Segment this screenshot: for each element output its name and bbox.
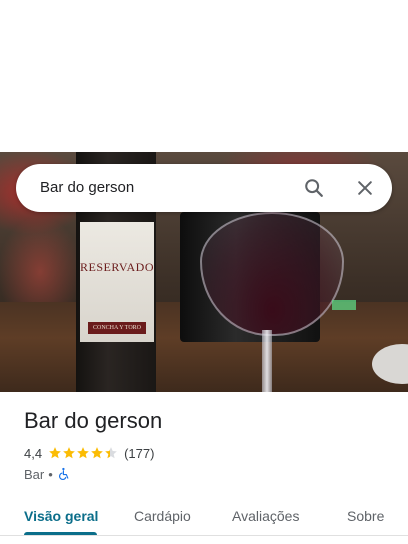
rating-value: 4,4 [24, 445, 43, 461]
bottle-label: RESERVADO CONCHA Y TORO [80, 222, 154, 342]
star-icon [63, 447, 75, 459]
tab-overview[interactable]: Visão geral [24, 506, 98, 526]
wheelchair-icon [58, 467, 69, 480]
search-bar[interactable]: Bar do gerson [16, 164, 392, 212]
rating-row[interactable]: 4,4 (177) [24, 445, 154, 461]
tab-menu[interactable]: Cardápio [134, 506, 191, 526]
place-tabs: Visão geral Cardápio Avaliações Sobre [0, 494, 408, 536]
photo-screen-glow [332, 300, 356, 310]
star-icon [91, 447, 103, 459]
place-name: Bar do gerson [24, 408, 163, 433]
bottle-brand: RESERVADO [80, 260, 154, 274]
category-separator: • [48, 466, 53, 482]
star-icon [77, 447, 89, 459]
star-icon [105, 447, 117, 459]
search-query[interactable]: Bar do gerson [40, 164, 134, 212]
category-row: Bar • [24, 466, 71, 482]
tabs-divider [0, 535, 408, 536]
review-count[interactable]: (177) [124, 446, 154, 461]
photo-wine-glass-stem [262, 330, 272, 392]
close-icon [358, 181, 372, 195]
place-category: Bar [24, 466, 45, 482]
bottle-maker: CONCHA Y TORO [88, 322, 146, 334]
tab-reviews[interactable]: Avaliações [232, 506, 299, 526]
star-icon [49, 447, 61, 459]
search-icon [305, 179, 323, 197]
tab-about[interactable]: Sobre [347, 506, 384, 526]
clear-search-button[interactable] [349, 172, 381, 204]
rating-stars [48, 446, 118, 460]
search-button[interactable] [298, 172, 330, 204]
